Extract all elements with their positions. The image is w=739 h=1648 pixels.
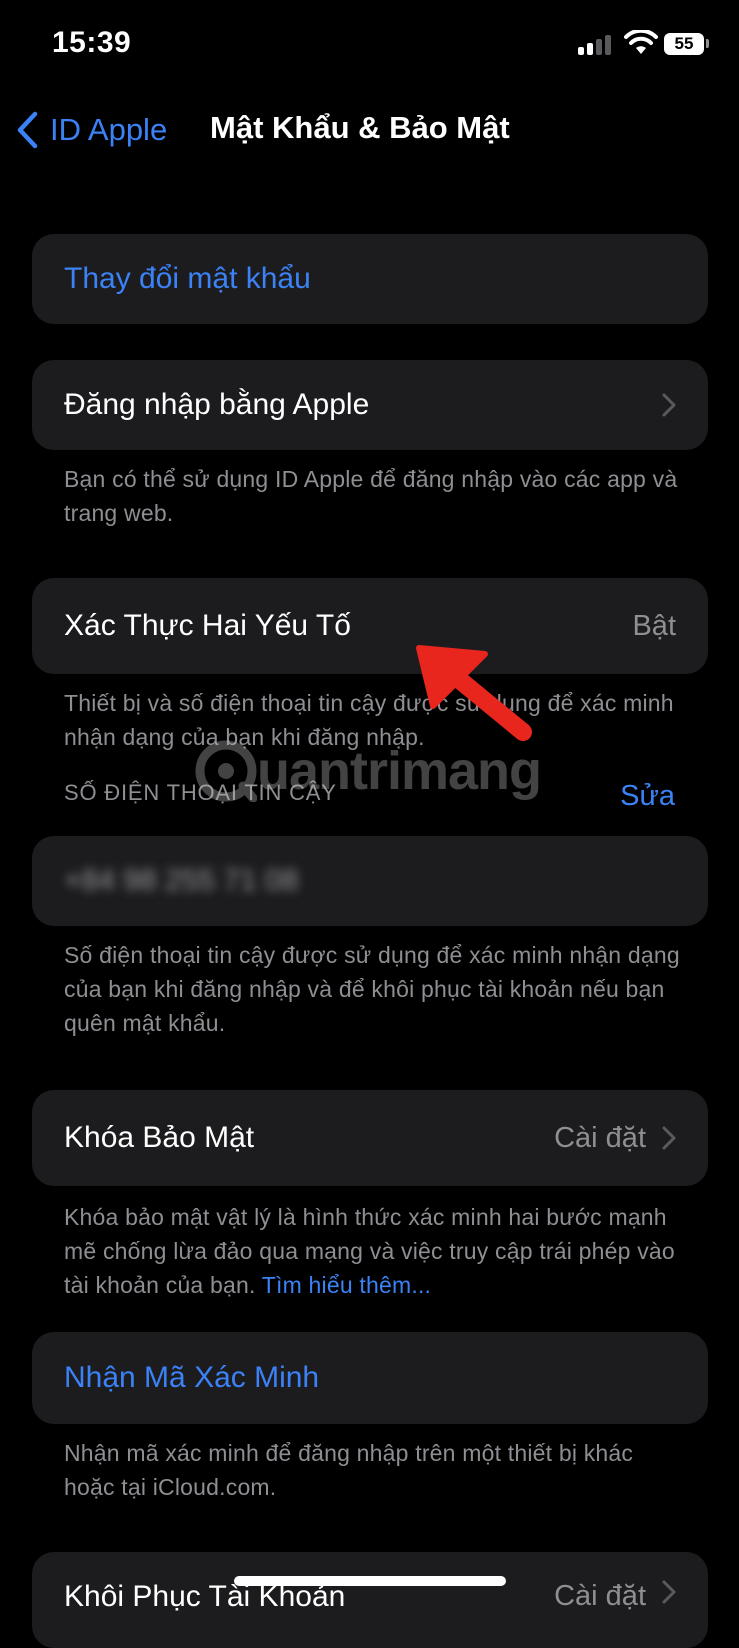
account-recovery-value: Cài đặt [554,1580,646,1612]
red-arrow-annotation [416,645,532,741]
trusted-numbers-footer: Số điện thoại tin cậy được sử dụng để xá… [64,942,680,1036]
security-keys-row[interactable]: Khóa Bảo Mật Cài đặt [32,1090,708,1186]
two-factor-status: Bật [632,609,676,642]
battery-nub [706,39,709,48]
sign-in-apple-label: Đăng nhập bằng Apple [64,388,370,421]
change-password-group: Thay đổi mật khẩu [32,234,708,324]
home-indicator[interactable] [234,1576,506,1586]
two-factor-group: Xác Thực Hai Yếu Tố Bật [32,578,708,674]
two-factor-label: Xác Thực Hai Yếu Tố [64,609,351,642]
chevron-right-icon [662,393,676,417]
change-password-label[interactable]: Thay đổi mật khẩu [64,262,676,296]
wifi-icon [624,28,658,56]
two-factor-row[interactable]: Xác Thực Hai Yếu Tố Bật [32,578,708,674]
security-keys-value: Cài đặt [554,1121,646,1154]
change-password-button[interactable]: Thay đổi mật khẩu [32,234,708,324]
watermark-text: uantrimang [257,741,542,801]
verification-code-group: Nhận Mã Xác Minh [32,1332,708,1424]
account-recovery-group: Khôi Phục Tài Khoản Cài đặt [32,1552,708,1648]
trusted-phone-row[interactable]: +84 98 255 71 08 [32,836,708,926]
chevron-right-icon [662,1126,676,1150]
sign-in-apple-footer: Bạn có thể sử dụng ID Apple để đăng nhập… [64,466,678,526]
verification-code-button[interactable]: Nhận Mã Xác Minh [32,1332,708,1424]
chevron-right-icon [662,1580,676,1604]
sign-in-apple-group: Đăng nhập bằng Apple [32,360,708,450]
edit-button[interactable]: Sửa [620,780,675,813]
back-label[interactable]: ID Apple [50,112,167,148]
account-recovery-row[interactable]: Khôi Phục Tài Khoản Cài đặt [32,1552,708,1648]
cellular-signal-icon [578,33,614,55]
sign-in-apple-row[interactable]: Đăng nhập bằng Apple [32,360,708,450]
trusted-numbers-group: +84 98 255 71 08 [32,836,708,926]
trusted-phone-number: +84 98 255 71 08 [64,864,299,897]
page-title: Mật Khẩu & Bảo Mật [210,110,510,145]
chevron-left-icon [17,111,38,149]
back-button[interactable]: ID Apple [16,108,167,152]
watermark: uantrimang [195,740,542,802]
security-keys-label: Khóa Bảo Mật [64,1121,255,1154]
security-keys-footer: Khóa bảo mật vật lý là hình thức xác min… [64,1200,684,1302]
verification-code-label[interactable]: Nhận Mã Xác Minh [64,1361,676,1395]
learn-more-link[interactable]: Tìm hiểu thêm... [262,1272,431,1298]
verification-code-footer: Nhận mã xác minh để đăng nhập trên một t… [64,1440,634,1500]
status-time: 15:39 [52,26,132,59]
security-keys-group: Khóa Bảo Mật Cài đặt [32,1090,708,1186]
watermark-logo-icon [195,740,257,802]
battery-icon: 55 [664,33,704,55]
